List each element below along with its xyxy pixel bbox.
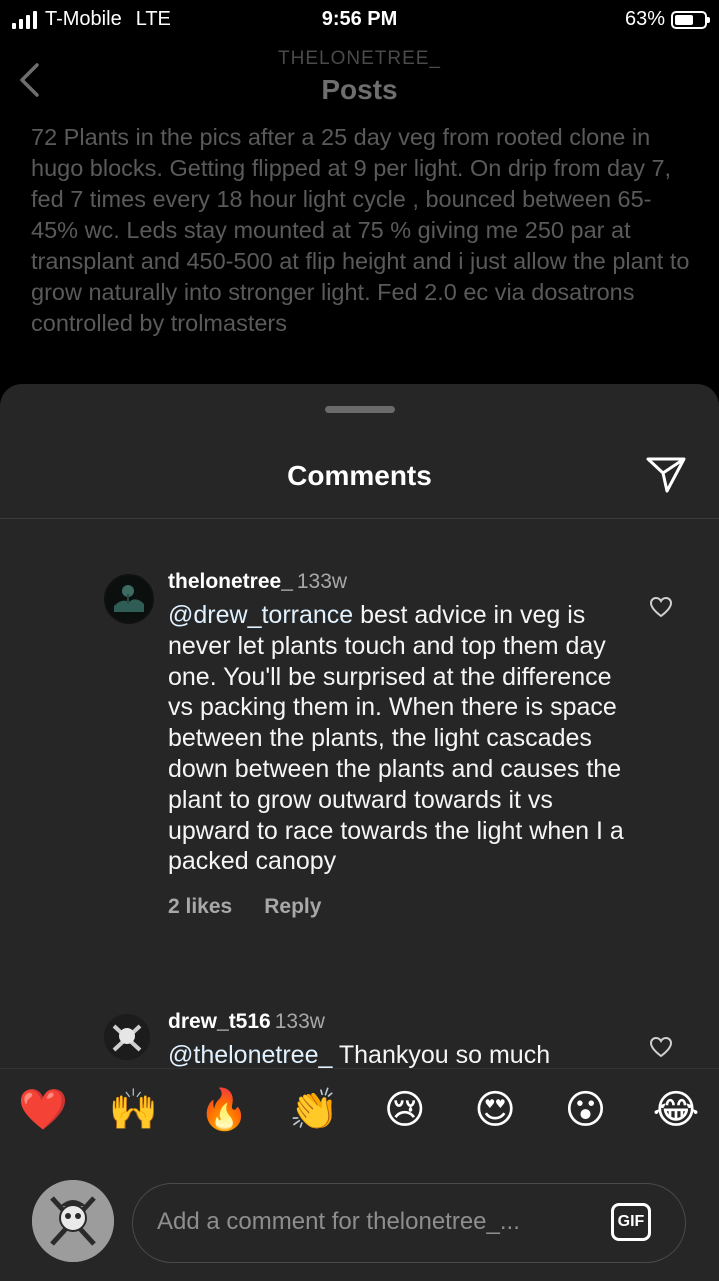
reaction-laughing-emoji[interactable]: 😂 bbox=[649, 1083, 703, 1137]
clock: 9:56 PM bbox=[321, 8, 398, 30]
post-caption: 72 Plants in the pics after a 25 day veg… bbox=[31, 124, 690, 336]
comment-composer: ❤️ 🙌 🔥 👏 😢 😍 😮 😂 Add a comment for thelo… bbox=[0, 1068, 719, 1281]
avatar[interactable] bbox=[104, 574, 154, 624]
comment-text: @thelonetree_ Thankyou so much bbox=[168, 1040, 628, 1071]
comment-actions: 2 likes Reply bbox=[168, 895, 628, 919]
reply-button[interactable]: Reply bbox=[264, 895, 321, 919]
likes-count[interactable]: 2 likes bbox=[168, 895, 232, 919]
current-user-avatar bbox=[32, 1180, 114, 1262]
comment-text-body: best advice in veg is never let plants t… bbox=[168, 601, 624, 876]
like-heart-icon[interactable] bbox=[649, 1036, 673, 1058]
reaction-heart-emoji[interactable]: ❤️ bbox=[16, 1083, 70, 1137]
reaction-heart-eyes-emoji[interactable]: 😍 bbox=[468, 1083, 522, 1137]
comment-time: 133w bbox=[274, 1010, 325, 1033]
status-bar: T-Mobile LTE 9:56 PM 63% bbox=[0, 0, 719, 40]
reaction-surprised-emoji[interactable]: 😮 bbox=[559, 1083, 613, 1137]
reaction-fire-emoji[interactable]: 🔥 bbox=[197, 1083, 251, 1137]
post-username: THELONETREE_ bbox=[278, 48, 441, 69]
mention-link[interactable]: @thelonetree_ bbox=[168, 1041, 332, 1069]
comment-text-body: Thankyou so much bbox=[332, 1041, 551, 1069]
comment-time: 133w bbox=[296, 570, 348, 593]
comments-sheet: Comments thelonetree_ 133w @drew_torrance… bbox=[0, 384, 719, 1281]
comments-title: Comments bbox=[287, 460, 432, 491]
battery-percent: 63% bbox=[624, 8, 665, 30]
reaction-raised-hands-emoji[interactable]: 🙌 bbox=[106, 1083, 160, 1137]
comment-username[interactable]: thelonetree_ bbox=[168, 570, 293, 593]
sheet-grabber[interactable] bbox=[325, 406, 395, 413]
comment-username[interactable]: drew_t516 bbox=[168, 1010, 271, 1033]
reaction-clap-emoji[interactable]: 👏 bbox=[287, 1083, 341, 1137]
divider bbox=[0, 518, 719, 519]
status-right: 63% bbox=[624, 8, 710, 31]
comment-input[interactable]: Add a comment for thelonetree_... GIF bbox=[132, 1183, 686, 1263]
avatar[interactable] bbox=[104, 1014, 150, 1060]
post-header: THELONETREE_ Posts bbox=[0, 44, 719, 114]
quick-reactions: ❤️ 🙌 🔥 👏 😢 😍 😮 😂 bbox=[16, 1083, 703, 1137]
page-title: Posts bbox=[321, 74, 398, 105]
comment-text: @drew_torrance best advice in veg is nev… bbox=[168, 600, 628, 877]
share-icon[interactable] bbox=[645, 456, 687, 494]
comment-body: drew_t516 133w @thelonetree_ Thankyou so … bbox=[168, 1010, 628, 1071]
battery-icon bbox=[671, 10, 710, 29]
reaction-cry-emoji[interactable]: 😢 bbox=[378, 1083, 432, 1137]
like-heart-icon[interactable] bbox=[649, 596, 673, 618]
comment-input-placeholder: Add a comment for thelonetree_... bbox=[157, 1208, 520, 1235]
gif-button[interactable]: GIF bbox=[611, 1203, 651, 1241]
comment-body: thelonetree_ 133w @drew_torrance best adv… bbox=[168, 570, 628, 919]
mention-link[interactable]: @drew_torrance bbox=[168, 601, 353, 629]
